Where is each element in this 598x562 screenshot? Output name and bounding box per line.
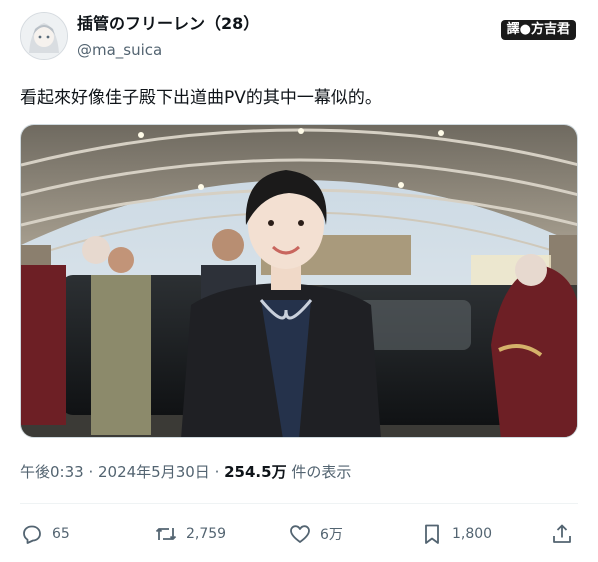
share-icon — [553, 524, 571, 543]
meta-separator: · — [209, 463, 225, 481]
views-label: 件の表示 — [286, 463, 352, 481]
reply-count: 65 — [52, 526, 70, 542]
tweet-photo[interactable] — [20, 124, 578, 438]
view-count: 254.5万 — [224, 463, 287, 481]
author-avatar[interactable] — [20, 12, 68, 60]
bookmark-button[interactable]: 1,800 — [420, 518, 492, 550]
retweet-icon — [155, 528, 177, 540]
reply-icon — [23, 525, 41, 544]
watermark-badge: 譯●方吉君 — [500, 20, 576, 40]
share-button[interactable] — [550, 518, 582, 550]
author-display-name[interactable]: 插管のフリーレン（28） — [77, 14, 259, 34]
retweet-button[interactable]: 2,759 — [154, 518, 226, 550]
divider — [20, 503, 578, 504]
retweet-count: 2,759 — [186, 526, 227, 542]
bookmark-count: 1,800 — [452, 526, 493, 542]
tweet-date[interactable]: 2024年5月30日 — [98, 463, 210, 481]
bookmark-icon — [425, 524, 439, 544]
tweet-metadata: 午後0:33 · 2024年5月30日 · 254.5万 件の表示 — [20, 462, 351, 482]
author-handle[interactable]: @ma_suica — [77, 40, 162, 60]
avatar-illustration — [21, 13, 67, 59]
meta-separator: · — [83, 463, 98, 481]
reply-button[interactable]: 65 — [20, 518, 70, 550]
photo-scene — [21, 125, 577, 437]
like-button[interactable]: 6万 — [288, 518, 343, 550]
tweet-text: 看起來好像佳子殿下出道曲PV的其中一幕似的。 — [20, 88, 382, 108]
action-bar: 65 2,759 6万 1,800 — [20, 518, 578, 550]
heart-icon — [290, 525, 310, 543]
like-count: 6万 — [320, 527, 343, 543]
tweet-time[interactable]: 午後0:33 — [20, 463, 84, 481]
